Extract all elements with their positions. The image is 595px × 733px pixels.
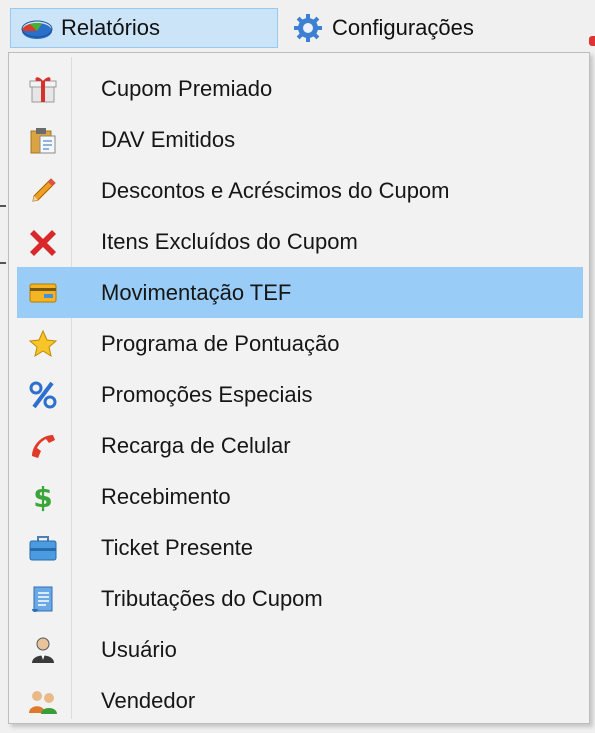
menu-item-movimentacao-tef[interactable]: Movimentação TEF bbox=[17, 267, 583, 318]
menu-item-recebimento[interactable]: $ Recebimento bbox=[17, 471, 583, 522]
menu-item-descontos-acrescimos[interactable]: Descontos e Acréscimos do Cupom bbox=[17, 165, 583, 216]
pie-chart-icon bbox=[19, 14, 55, 42]
partial-icon bbox=[589, 36, 595, 46]
gift-icon bbox=[21, 69, 65, 109]
menu-item-label: Programa de Pontuação bbox=[101, 330, 340, 356]
menu-item-label: Promoções Especiais bbox=[101, 381, 313, 407]
menu-item-label: Tributações do Cupom bbox=[101, 585, 323, 611]
menu-item-programa-pontuacao[interactable]: Programa de Pontuação bbox=[17, 318, 583, 369]
side-divider bbox=[0, 205, 6, 207]
menu-item-label: Ticket Presente bbox=[101, 534, 254, 560]
menu-item-label: Usuário bbox=[101, 636, 177, 662]
users-icon bbox=[21, 681, 65, 721]
reports-dropdown: Cupom Premiado DAV Emitidos Descontos e … bbox=[8, 52, 590, 724]
menu-item-ticket-presente[interactable]: Ticket Presente bbox=[17, 522, 583, 573]
menu-item-cupom-premiado[interactable]: Cupom Premiado bbox=[17, 63, 583, 114]
red-x-icon bbox=[21, 222, 65, 262]
menu-item-promocoes-especiais[interactable]: Promoções Especiais bbox=[17, 369, 583, 420]
menu-item-usuario[interactable]: Usuário bbox=[17, 624, 583, 675]
menu-configuracoes[interactable]: Configurações bbox=[282, 8, 542, 48]
menu-item-label: Movimentação TEF bbox=[101, 279, 292, 305]
svg-text:$: $ bbox=[33, 482, 52, 512]
menu-item-vendedor[interactable]: Vendedor bbox=[17, 675, 583, 726]
menu-relatorios-label: Relatórios bbox=[61, 15, 161, 40]
scroll-icon bbox=[21, 579, 65, 619]
user-icon bbox=[21, 630, 65, 670]
phone-icon bbox=[21, 426, 65, 466]
clipboard-icon bbox=[21, 120, 65, 160]
side-divider bbox=[0, 262, 6, 264]
menu-item-tributacoes[interactable]: Tributações do Cupom bbox=[17, 573, 583, 624]
menu-item-label: Cupom Premiado bbox=[101, 75, 273, 101]
menubar: Relatórios Configurações bbox=[0, 0, 595, 54]
menu-item-label: Vendedor bbox=[101, 687, 196, 713]
menu-configuracoes-label: Configurações bbox=[332, 15, 474, 40]
menu-relatorios[interactable]: Relatórios bbox=[10, 8, 278, 48]
menu-item-label: Recarga de Celular bbox=[101, 432, 291, 458]
menu-item-label: Descontos e Acréscimos do Cupom bbox=[101, 177, 450, 203]
menu-item-recarga-celular[interactable]: Recarga de Celular bbox=[17, 420, 583, 471]
menu-item-itens-excluidos[interactable]: Itens Excluídos do Cupom bbox=[17, 216, 583, 267]
dollar-icon: $ bbox=[21, 477, 65, 517]
pencil-icon bbox=[21, 171, 65, 211]
menu-item-label: DAV Emitidos bbox=[101, 126, 236, 152]
card-icon bbox=[21, 273, 65, 313]
gear-icon bbox=[290, 14, 326, 42]
percent-icon bbox=[21, 375, 65, 415]
menu-item-label: Itens Excluídos do Cupom bbox=[101, 228, 358, 254]
briefcase-icon bbox=[21, 528, 65, 568]
star-icon bbox=[21, 324, 65, 364]
menu-item-label: Recebimento bbox=[101, 483, 231, 509]
menu-item-dav-emitidos[interactable]: DAV Emitidos bbox=[17, 114, 583, 165]
